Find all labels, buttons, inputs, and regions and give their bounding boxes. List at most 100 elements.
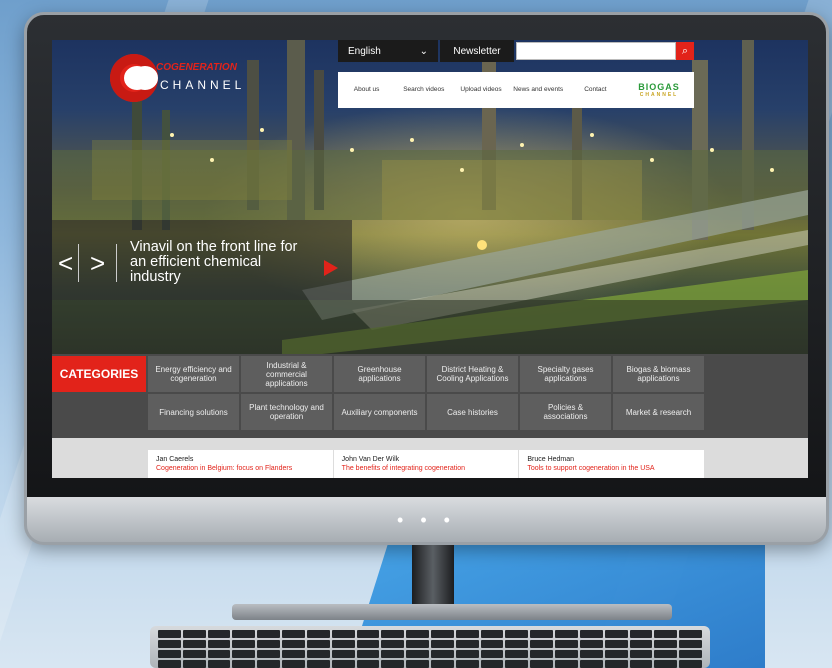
news-item[interactable]: John Van Der Wilk The benefits of integr… (334, 450, 520, 478)
categories-label: CATEGORIES (52, 356, 146, 392)
biogas-channel-logo[interactable]: BIOGAS CHANNEL (624, 82, 694, 98)
keyboard-key (604, 640, 628, 648)
category-item[interactable]: Biogas & biomass applications (613, 356, 704, 392)
keyboard-key (182, 640, 206, 648)
keyboard-key (579, 640, 603, 648)
nav-search-videos[interactable]: Search videos (395, 86, 452, 94)
nav-upload-videos[interactable]: Upload videos (452, 86, 509, 94)
keyboard-key (356, 630, 380, 638)
keyboard-key (306, 660, 330, 668)
keyboard-key (356, 640, 380, 648)
keyboard-key (530, 660, 554, 668)
news-item[interactable]: Jan Caerels Cogeneration in Belgium: foc… (148, 450, 334, 478)
logo-text-bottom: CHANNEL (160, 78, 246, 92)
keyboard-key (505, 660, 529, 668)
keyboard-key (282, 640, 305, 648)
keyboard-key (207, 630, 231, 638)
news-title[interactable]: Cogeneration in Belgium: focus on Flande… (156, 464, 327, 473)
keyboard-key (257, 640, 281, 648)
keyboard-key (282, 650, 305, 658)
keyboard-key (604, 650, 628, 658)
slider-divider (116, 244, 117, 282)
news-title[interactable]: The benefits of integrating cogeneration (342, 464, 513, 473)
news-author: John Van Der Wilk (341, 456, 400, 463)
newsletter-button[interactable]: Newsletter (440, 40, 514, 62)
nav-news-events[interactable]: News and events (510, 86, 567, 94)
categories-grid: Energy efficiency and cogeneration Indus… (148, 356, 704, 430)
keyboard-key (455, 660, 479, 668)
keyboard-key (604, 660, 628, 668)
site-logo[interactable]: COGENERATION CHANNEL (110, 54, 250, 104)
chin-dots: • • • (397, 510, 456, 530)
news-author: Bruce Hedman (527, 456, 575, 463)
keyboard-key (331, 650, 355, 658)
language-label: English (348, 45, 381, 57)
keyboard-key (654, 660, 678, 668)
keyboard-key (331, 630, 355, 638)
keyboard-key (505, 650, 529, 658)
slider-prev-icon[interactable]: < (58, 250, 73, 276)
category-item[interactable]: Greenhouse applications (334, 356, 425, 392)
nav-about-us[interactable]: About us (338, 86, 395, 94)
keyboard-key (530, 650, 554, 658)
search-input[interactable] (516, 42, 676, 60)
keyboard-key (555, 650, 578, 658)
keyboard-key (182, 650, 206, 658)
monitor-stand-base (232, 604, 672, 620)
logo-text-top: COGENERATION (156, 62, 237, 73)
keyboard-key (158, 650, 181, 658)
website-screen: English ⌄ Newsletter ⌕ About us Search v… (52, 40, 808, 478)
keyboard-key (282, 630, 305, 638)
category-item[interactable]: Energy efficiency and cogeneration (148, 356, 239, 392)
category-item[interactable]: Specialty gases applications (520, 356, 611, 392)
slider-next-icon[interactable]: > (90, 250, 105, 276)
keyboard-key (505, 630, 529, 638)
keyboard-key (282, 660, 305, 668)
keyboard-key (629, 660, 653, 668)
keyboard-key (431, 630, 454, 638)
keyboard-key (207, 660, 231, 668)
keyboard-key (480, 650, 504, 658)
slider-caption[interactable]: Vinavil on the front line for an efficie… (130, 240, 300, 285)
keyboard-key (232, 660, 256, 668)
category-item[interactable]: Industrial & commercial applications (241, 356, 332, 392)
language-select[interactable]: English ⌄ (338, 40, 438, 62)
keyboard-key (629, 640, 653, 648)
keyboard-key (331, 640, 355, 648)
keyboard-key (381, 650, 405, 658)
keyboard-key (158, 660, 181, 668)
keyboard-key (679, 650, 702, 658)
category-item[interactable]: Plant technology and operation (241, 394, 332, 430)
keyboard-key (679, 660, 702, 668)
category-item[interactable]: Financing solutions (148, 394, 239, 430)
keyboard-key (679, 640, 702, 648)
news-title[interactable]: Tools to support cogeneration in the USA (527, 464, 698, 473)
category-item[interactable]: Auxiliary components (334, 394, 425, 430)
keyboard-key (604, 630, 628, 638)
search-button[interactable]: ⌕ (676, 42, 694, 60)
category-item[interactable]: Policies & associations (520, 394, 611, 430)
news-list: Jan Caerels Cogeneration in Belgium: foc… (148, 450, 704, 478)
keyboard-key (406, 630, 429, 638)
keyboard-key (431, 640, 454, 648)
category-item[interactable]: Case histories (427, 394, 518, 430)
keyboard-key (480, 660, 504, 668)
category-item[interactable]: Market & research (613, 394, 704, 430)
keyboard-key (158, 640, 181, 648)
keyboard (150, 626, 710, 668)
keyboard-key (455, 650, 479, 658)
keyboard-key (555, 660, 578, 668)
category-item[interactable]: District Heating & Cooling Applications (427, 356, 518, 392)
keyboard-key (654, 630, 678, 638)
nav-contact[interactable]: Contact (567, 86, 624, 94)
keyboard-key (257, 650, 281, 658)
news-item[interactable]: Bruce Hedman Tools to support cogenerati… (519, 450, 704, 478)
keyboard-key (232, 630, 256, 638)
keyboard-key (579, 650, 603, 658)
keyboard-key (654, 650, 678, 658)
keyboard-key (381, 630, 405, 638)
keyboard-key (207, 650, 231, 658)
keyboard-key (431, 650, 454, 658)
play-icon[interactable] (324, 260, 338, 276)
main-nav: About us Search videos Upload videos New… (338, 72, 694, 108)
